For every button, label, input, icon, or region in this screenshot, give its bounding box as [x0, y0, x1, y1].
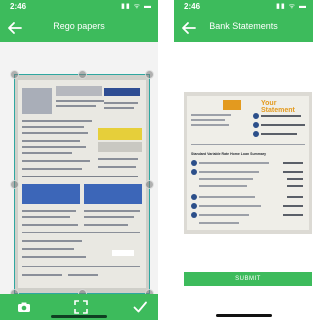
document-value — [283, 205, 303, 207]
document-line — [261, 133, 297, 135]
step-circle — [253, 113, 259, 119]
document-line — [199, 171, 259, 173]
document-value — [287, 196, 303, 198]
crop-handle-top-right[interactable] — [145, 70, 154, 79]
checkmark-icon[interactable] — [132, 299, 148, 315]
crop-handle-middle-left[interactable] — [10, 180, 19, 189]
step-circle — [191, 160, 197, 166]
status-time: 2:46 — [10, 2, 27, 11]
status-bar: 2:46 ▮▮ ᯤ ▬ — [0, 0, 158, 14]
document-value — [283, 162, 303, 164]
document-value — [283, 214, 303, 216]
logo-block — [223, 100, 241, 110]
crop-frame[interactable] — [10, 70, 154, 298]
document-photo: Your Statement Standard Variable Rate Ho… — [184, 92, 312, 234]
app-bar: Rego papers — [0, 14, 158, 42]
document-value — [287, 178, 303, 180]
right-phone-screen: 2:46 ▮▮ ᯤ ▬ Bank Statements Your Stateme… — [174, 0, 313, 320]
document-sheet: Your Statement Standard Variable Rate Ho… — [187, 96, 309, 230]
document-line — [191, 124, 229, 126]
camera-icon[interactable] — [16, 299, 32, 315]
summary-title: Standard Variable Rate Home Loan Summary — [191, 152, 267, 156]
document-line — [191, 114, 231, 116]
step-circle — [253, 131, 259, 137]
step-circle — [191, 169, 197, 175]
document-value — [283, 171, 303, 173]
status-icons: ▮▮ ᯤ ▬ — [121, 3, 152, 10]
crop-outline — [14, 74, 150, 294]
home-indicator — [51, 315, 107, 318]
document-divider — [191, 144, 305, 145]
status-bar: 2:46 ▮▮ ᯤ ▬ — [174, 0, 313, 14]
page-title: Rego papers — [53, 21, 105, 31]
step-circle — [253, 122, 259, 128]
document-line — [199, 196, 255, 198]
home-indicator — [215, 314, 272, 317]
document-preview-area — [0, 42, 158, 298]
document-line — [261, 124, 305, 126]
document-line — [199, 162, 269, 164]
left-phone-screen: 2:46 ▮▮ ᯤ ▬ Rego papers — [0, 0, 158, 320]
document-value — [287, 185, 303, 187]
crop-handle-middle-right[interactable] — [145, 180, 154, 189]
step-circle — [191, 203, 197, 209]
page-title: Bank Statements — [209, 21, 278, 31]
document-line — [261, 115, 301, 117]
document-line — [199, 222, 239, 224]
submit-button[interactable]: SUBMIT — [184, 272, 312, 286]
document-line — [199, 214, 249, 216]
statement-heading: Your Statement — [261, 100, 295, 114]
document-line — [199, 178, 253, 180]
crop-handle-top-left[interactable] — [10, 70, 19, 79]
document-line — [199, 185, 247, 187]
status-time: 2:46 — [184, 2, 201, 11]
status-icons: ▮▮ ᯤ ▬ — [276, 3, 307, 10]
crop-handle-top-middle[interactable] — [78, 70, 87, 79]
crop-frame-icon[interactable] — [73, 299, 89, 315]
document-line — [199, 205, 261, 207]
document-line — [191, 119, 225, 121]
app-bar: Bank Statements — [174, 14, 313, 42]
document-preview-area: Your Statement Standard Variable Rate Ho… — [174, 42, 313, 306]
step-circle — [191, 194, 197, 200]
step-circle — [191, 212, 197, 218]
